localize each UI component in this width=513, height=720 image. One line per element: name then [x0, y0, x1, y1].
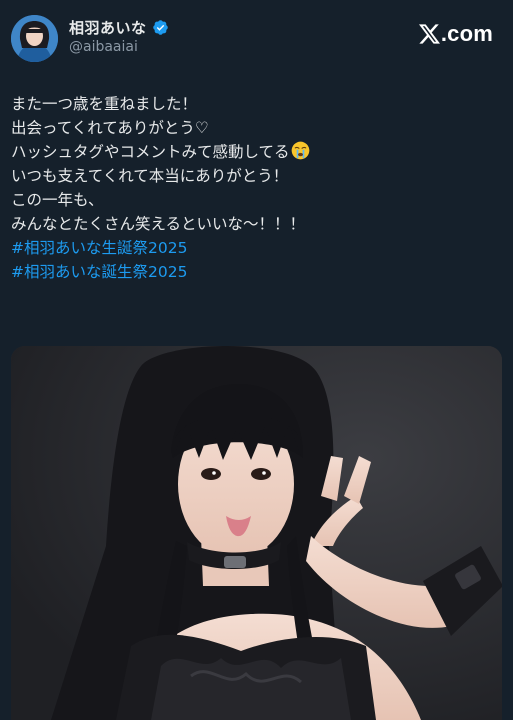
- tweet-line: みんなとたくさん笑えるといいな〜！！！: [11, 215, 306, 233]
- verified-badge-icon: [152, 19, 169, 36]
- x-logo-icon: [418, 24, 440, 44]
- crying-face-emoji-icon: [291, 141, 310, 160]
- tweet-line-text: ハッシュタグやコメントみて感動してる: [11, 143, 290, 161]
- tweet-line: この一年も、: [11, 191, 104, 209]
- author-display-name[interactable]: 相羽あいな: [69, 17, 147, 38]
- hashtag-link[interactable]: #相羽あいな誕生祭2025: [11, 260, 506, 284]
- hashtag-link[interactable]: #相羽あいな生誕祭2025: [11, 236, 506, 260]
- tweet-text: また一つ歳を重ねました！ 出会ってくれてありがとう♡ ハッシュタグやコメントみて…: [11, 92, 506, 284]
- tweet-line: また一つ歳を重ねました！: [11, 95, 198, 113]
- tweet-header: 相羽あいな @aibaaiai .com: [0, 0, 513, 75]
- x-domain-suffix: .com: [440, 21, 493, 46]
- x-site-logo[interactable]: .com: [418, 21, 493, 47]
- tweet-line: 出会ってくれてありがとう♡: [11, 119, 209, 137]
- author-handle[interactable]: @aibaaiai: [69, 39, 138, 55]
- tweet-line: いつも支えてくれて本当にありがとう！: [11, 167, 289, 185]
- avatar[interactable]: [11, 15, 58, 62]
- tweet-photo[interactable]: [11, 346, 502, 720]
- author-name-row[interactable]: 相羽あいな: [69, 16, 169, 38]
- tweet-line: ハッシュタグやコメントみて感動してる: [11, 140, 506, 164]
